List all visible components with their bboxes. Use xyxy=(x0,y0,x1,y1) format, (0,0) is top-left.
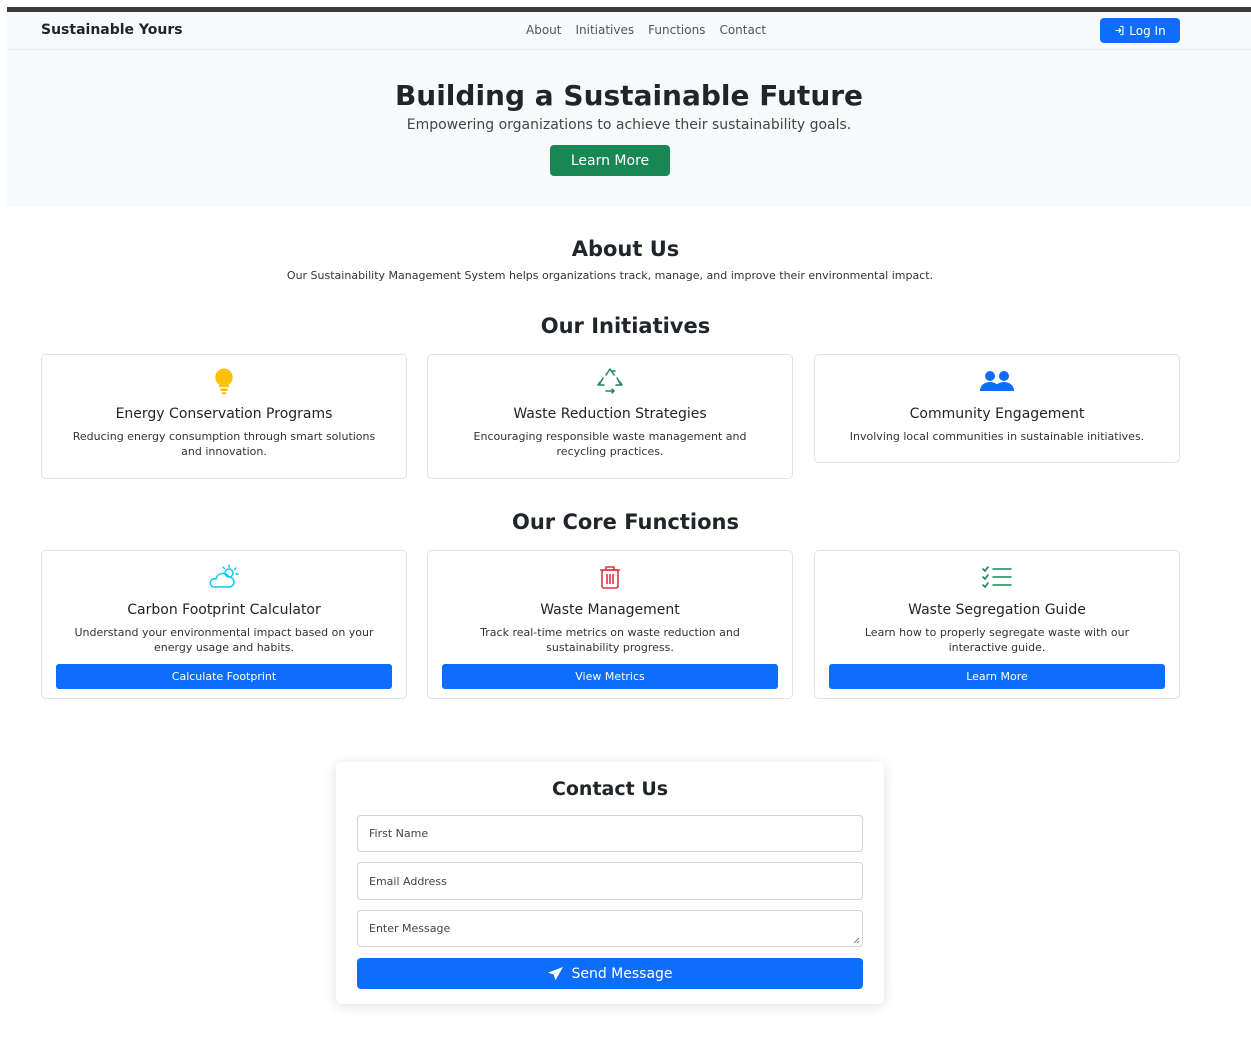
initiative-card-energy: Energy Conservation Programs Reducing en… xyxy=(41,354,407,479)
card-text: Learn how to properly segregate waste wi… xyxy=(864,626,1130,654)
card-title: Energy Conservation Programs xyxy=(115,406,333,422)
nav-link-about[interactable]: About xyxy=(526,23,561,37)
hero-subtitle: Empowering organizations to achieve thei… xyxy=(406,117,852,133)
card-text: Track real-time metrics on waste reducti… xyxy=(480,626,740,654)
view-metrics-button[interactable]: View Metrics xyxy=(442,664,778,689)
about-title: About Us xyxy=(571,237,680,261)
card-title: Community Engagement xyxy=(909,406,1085,422)
email-input[interactable]: Email Address xyxy=(357,862,863,900)
brand-logo[interactable]: Sustainable Yours xyxy=(41,22,183,38)
send-icon xyxy=(548,966,564,981)
function-card-segregation: Waste Segregation Guide Learn how to pro… xyxy=(814,550,1180,699)
first-name-placeholder: First Name xyxy=(369,827,429,840)
card-text: Reducing energy consumption through smar… xyxy=(72,430,376,458)
people-icon xyxy=(980,371,1014,391)
message-textarea[interactable]: Enter Message xyxy=(357,910,863,947)
card-text: Understand your environmental impact bas… xyxy=(74,626,374,654)
function-card-waste-management: Waste Management Track real-time metrics… xyxy=(427,550,793,699)
send-label: Send Message xyxy=(571,965,673,982)
send-message-button[interactable]: Send Message xyxy=(357,958,863,989)
functions-title: Our Core Functions xyxy=(512,510,739,534)
list-check-icon xyxy=(982,566,1012,589)
card-title: Waste Management xyxy=(540,602,680,618)
card-text: Involving local communities in sustainab… xyxy=(849,430,1145,443)
card-text: Encouraging responsible waste management… xyxy=(473,430,747,458)
nav-link-initiatives[interactable]: Initiatives xyxy=(575,23,634,37)
email-placeholder: Email Address xyxy=(369,874,447,888)
login-icon xyxy=(1115,25,1124,36)
navbar: Sustainable Yours About Initiatives Func… xyxy=(7,12,1251,50)
nav-link-functions[interactable]: Functions xyxy=(648,23,705,37)
initiatives-title: Our Initiatives xyxy=(540,314,711,338)
nav-link-contact[interactable]: Contact xyxy=(719,23,766,37)
hero-section: Building a Sustainable Future Empowering… xyxy=(7,50,1251,207)
calculate-footprint-button[interactable]: Calculate Footprint xyxy=(56,664,392,689)
resize-handle-icon[interactable] xyxy=(852,936,860,944)
card-title: Waste Reduction Strategies xyxy=(513,406,707,422)
message-placeholder: Enter Message xyxy=(369,922,451,935)
card-title: Carbon Footprint Calculator xyxy=(127,602,321,618)
first-name-input[interactable]: First Name xyxy=(357,815,863,852)
cloud-sun-icon xyxy=(209,564,239,588)
learn-more-button[interactable]: Learn More xyxy=(550,145,670,176)
segregation-learn-more-button[interactable]: Learn More xyxy=(829,664,1165,689)
contact-form: Contact Us First Name Email Address Ente… xyxy=(336,762,884,1004)
hero-title: Building a Sustainable Future xyxy=(394,79,864,112)
card-title: Waste Segregation Guide xyxy=(908,602,1086,618)
contact-title: Contact Us xyxy=(551,778,669,800)
recycle-icon xyxy=(597,368,623,394)
login-button[interactable]: Log In xyxy=(1100,18,1180,43)
about-text: Our Sustainability Management System hel… xyxy=(286,269,934,282)
initiative-card-waste: Waste Reduction Strategies Encouraging r… xyxy=(427,354,793,479)
trash-icon xyxy=(600,566,620,589)
nav-links: About Initiatives Functions Contact xyxy=(526,23,766,37)
login-label: Log In xyxy=(1129,23,1166,38)
function-card-carbon: Carbon Footprint Calculator Understand y… xyxy=(41,550,407,699)
initiative-card-community: Community Engagement Involving local com… xyxy=(814,354,1180,463)
lightbulb-icon xyxy=(215,368,233,395)
